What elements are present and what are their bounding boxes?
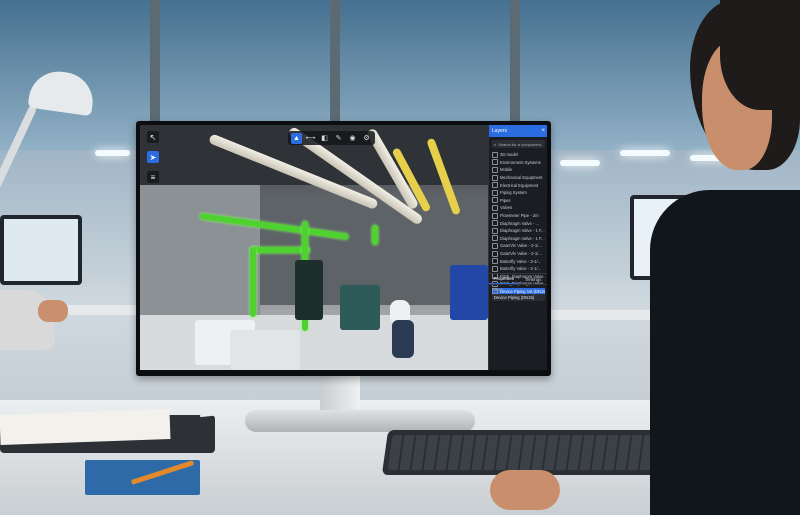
tree-item-label: Electrical Equipment bbox=[500, 182, 539, 188]
background-monitor bbox=[0, 215, 82, 285]
monitor-stand-base bbox=[245, 410, 475, 432]
visibility-checkbox[interactable] bbox=[492, 151, 498, 158]
layers-icon[interactable]: ≡ bbox=[147, 171, 159, 183]
equipment bbox=[230, 330, 300, 370]
visibility-checkbox[interactable] bbox=[492, 166, 498, 173]
visibility-checkbox[interactable] bbox=[492, 242, 498, 249]
tab-settings[interactable]: Settings bbox=[519, 274, 548, 284]
annotate-icon[interactable]: ✎ bbox=[333, 133, 344, 144]
equipment bbox=[392, 320, 414, 358]
visibility-checkbox[interactable] bbox=[492, 204, 498, 211]
tree-item[interactable]: Diaphragm Valve - 1 F... bbox=[492, 235, 545, 243]
equipment bbox=[340, 285, 380, 330]
tree-item[interactable]: Butterfly Valve - 3-1/... bbox=[492, 257, 545, 265]
viewport-left-toolbar: ↖ ➤ ≡ bbox=[146, 131, 160, 183]
tree-item-label: Diaphragm Valve - ... bbox=[500, 220, 540, 226]
tree-item-label: Pipes bbox=[500, 197, 511, 203]
monitor-screen: ↖ ➤ ≡ ▲ ⟷ ◧ ✎ ◉ ⚙ Layers × ⌕ Search for … bbox=[140, 125, 547, 370]
visibility-checkbox[interactable] bbox=[492, 220, 498, 227]
measure-icon[interactable]: ⟷ bbox=[305, 133, 316, 144]
person-hand bbox=[490, 470, 560, 510]
cursor-icon[interactable]: ↖ bbox=[147, 131, 159, 143]
tree-item[interactable]: Gate/Vlv Valve - 2-1/... bbox=[492, 242, 545, 250]
tree-item[interactable]: Environment Systems bbox=[492, 159, 545, 167]
3d-scan-viewport[interactable]: ↖ ➤ ≡ ▲ ⟷ ◧ ✎ ◉ ⚙ bbox=[140, 125, 488, 370]
tree-item-label: Mobile bbox=[500, 167, 513, 173]
tree-item-label: Gate/Vlv Valve - 2-1/... bbox=[500, 243, 542, 249]
highlighted-pipe[interactable] bbox=[250, 247, 256, 317]
tree-item-label: Butterfly Valve - 2-1/... bbox=[500, 266, 542, 272]
panel-title: Layers bbox=[492, 128, 508, 134]
tree-item-label: Flowmeter Pipe - 2m bbox=[500, 213, 539, 219]
property-value-field[interactable]: Device Piping (DN15) bbox=[492, 294, 545, 301]
visibility-checkbox[interactable] bbox=[492, 250, 498, 257]
monitor: ↖ ➤ ≡ ▲ ⟷ ◧ ✎ ◉ ⚙ Layers × ⌕ Search for … bbox=[136, 121, 551, 376]
tree-item[interactable]: Diaphragm Valve - ... bbox=[492, 219, 545, 227]
tree-item[interactable]: 3D model bbox=[492, 151, 545, 159]
camera-icon[interactable]: ◉ bbox=[347, 133, 358, 144]
search-icon: ⌕ bbox=[494, 141, 497, 147]
person-shirt bbox=[650, 190, 800, 515]
tree-item-label: Diaphragm Valve - 1 F... bbox=[500, 228, 545, 234]
search-placeholder: Search for a component... bbox=[498, 141, 543, 147]
tree-item-label: Mechanical Equipment bbox=[500, 175, 543, 181]
panel-tabs: Properties Settings bbox=[489, 273, 547, 285]
tree-item[interactable]: Butterfly Valve - 2-1/... bbox=[492, 265, 545, 273]
viewport-top-toolbar: ▲ ⟷ ◧ ✎ ◉ ⚙ bbox=[288, 131, 375, 145]
tab-properties[interactable]: Properties bbox=[489, 274, 519, 284]
tree-item-label: Butterfly Valve - 3-1/... bbox=[500, 258, 542, 264]
ceiling-light bbox=[620, 150, 670, 156]
tree-item-label: 3D model bbox=[500, 152, 518, 158]
visibility-checkbox[interactable] bbox=[492, 227, 498, 234]
visibility-checkbox[interactable] bbox=[492, 212, 498, 219]
keyboard bbox=[381, 430, 664, 475]
visibility-checkbox[interactable] bbox=[492, 235, 498, 242]
equipment bbox=[295, 260, 323, 320]
navigate-icon[interactable]: ➤ bbox=[147, 151, 159, 163]
visibility-checkbox[interactable] bbox=[492, 174, 498, 181]
tree-item[interactable]: Mobile bbox=[492, 166, 545, 174]
tree-item-label: Valves bbox=[500, 205, 513, 211]
panel-header: Layers × bbox=[489, 125, 547, 137]
tree-item-label: Piping System bbox=[500, 190, 527, 196]
visibility-checkbox[interactable] bbox=[492, 197, 498, 204]
close-icon[interactable]: × bbox=[541, 128, 545, 134]
layers-panel: Layers × ⌕ Search for a component... 3D … bbox=[488, 125, 547, 370]
property-label: Name bbox=[492, 287, 504, 292]
tree-item-label: Gate/Vlv Valve - 2-1/... bbox=[500, 251, 542, 257]
settings-icon[interactable]: ⚙ bbox=[361, 133, 372, 144]
tree-item[interactable]: Mechanical Equipment bbox=[492, 174, 545, 182]
ceiling-light bbox=[95, 150, 130, 156]
visibility-checkbox[interactable] bbox=[492, 189, 498, 196]
tree-item[interactable]: Piping System bbox=[492, 189, 545, 197]
tree-item[interactable]: Pipes bbox=[492, 197, 545, 205]
tree-item[interactable]: Valves bbox=[492, 204, 545, 212]
visibility-checkbox[interactable] bbox=[492, 258, 498, 265]
visibility-checkbox[interactable] bbox=[492, 265, 498, 272]
highlighted-pipe[interactable] bbox=[372, 225, 378, 245]
section-icon[interactable]: ◧ bbox=[319, 133, 330, 144]
paper-document bbox=[0, 409, 171, 445]
tree-item[interactable]: Diaphragm Valve - 1 F... bbox=[492, 227, 545, 235]
tree-item[interactable]: Gate/Vlv Valve - 2-1/... bbox=[492, 250, 545, 258]
tree-item[interactable]: Electrical Equipment bbox=[492, 181, 545, 189]
tree-item-label: Environment Systems bbox=[500, 159, 541, 165]
coworker-hand bbox=[38, 300, 68, 322]
equipment bbox=[450, 265, 488, 320]
ceiling-light bbox=[560, 160, 600, 166]
component-search-input[interactable]: ⌕ Search for a component... bbox=[492, 140, 545, 148]
highlighted-pipe[interactable] bbox=[250, 247, 310, 253]
pointer-icon[interactable]: ▲ bbox=[291, 132, 302, 144]
tree-item-label: Diaphragm Valve - 1 F... bbox=[500, 235, 545, 241]
tree-item[interactable]: Flowmeter Pipe - 2m bbox=[492, 212, 545, 220]
visibility-checkbox[interactable] bbox=[492, 159, 498, 166]
visibility-checkbox[interactable] bbox=[492, 182, 498, 189]
person-hair bbox=[720, 0, 800, 110]
